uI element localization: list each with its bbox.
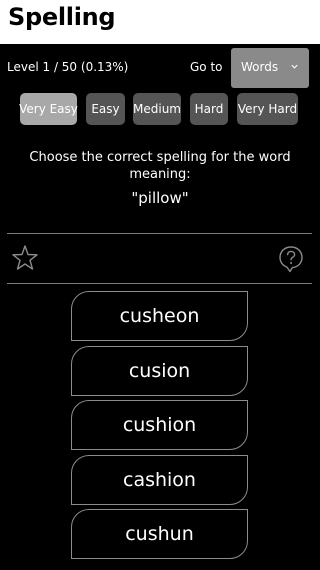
goto-selected-value: Words	[241, 60, 279, 74]
goto-dropdown[interactable]: Words	[231, 48, 309, 88]
answer-option-3[interactable]: cushion	[71, 400, 248, 450]
answer-option-4[interactable]: cashion	[71, 455, 248, 505]
answer-option-2[interactable]: cusion	[71, 346, 248, 396]
difficulty-very-hard-button[interactable]: Very Hard	[237, 93, 298, 125]
level-progress: Level 1 / 50 (0.13%)	[7, 60, 129, 74]
difficulty-medium-button[interactable]: Medium	[133, 93, 181, 125]
answer-option-1[interactable]: cusheon	[71, 291, 248, 341]
divider-top	[7, 233, 312, 234]
difficulty-easy-button[interactable]: Easy	[86, 93, 125, 125]
help-bubble-icon[interactable]	[278, 245, 304, 273]
title-bar: Spelling	[0, 0, 320, 44]
spelling-app: Spelling Level 1 / 50 (0.13%) Go to Word…	[0, 0, 320, 570]
goto-label: Go to	[190, 60, 223, 74]
difficulty-selector: Very Easy Easy Medium Hard Very Hard	[0, 93, 320, 125]
chevron-down-icon	[291, 64, 298, 69]
difficulty-very-easy-button[interactable]: Very Easy	[19, 93, 78, 125]
divider-bottom	[7, 283, 312, 284]
difficulty-hard-button[interactable]: Hard	[190, 93, 228, 125]
star-icon[interactable]	[11, 244, 39, 272]
app-title: Spelling	[8, 3, 116, 31]
target-word: "pillow"	[131, 189, 189, 207]
question-prompt: Choose the correct spelling for the word…	[29, 150, 291, 182]
answer-option-5[interactable]: cushun	[71, 509, 248, 559]
level-row: Level 1 / 50 (0.13%) Go to Words	[0, 48, 320, 88]
